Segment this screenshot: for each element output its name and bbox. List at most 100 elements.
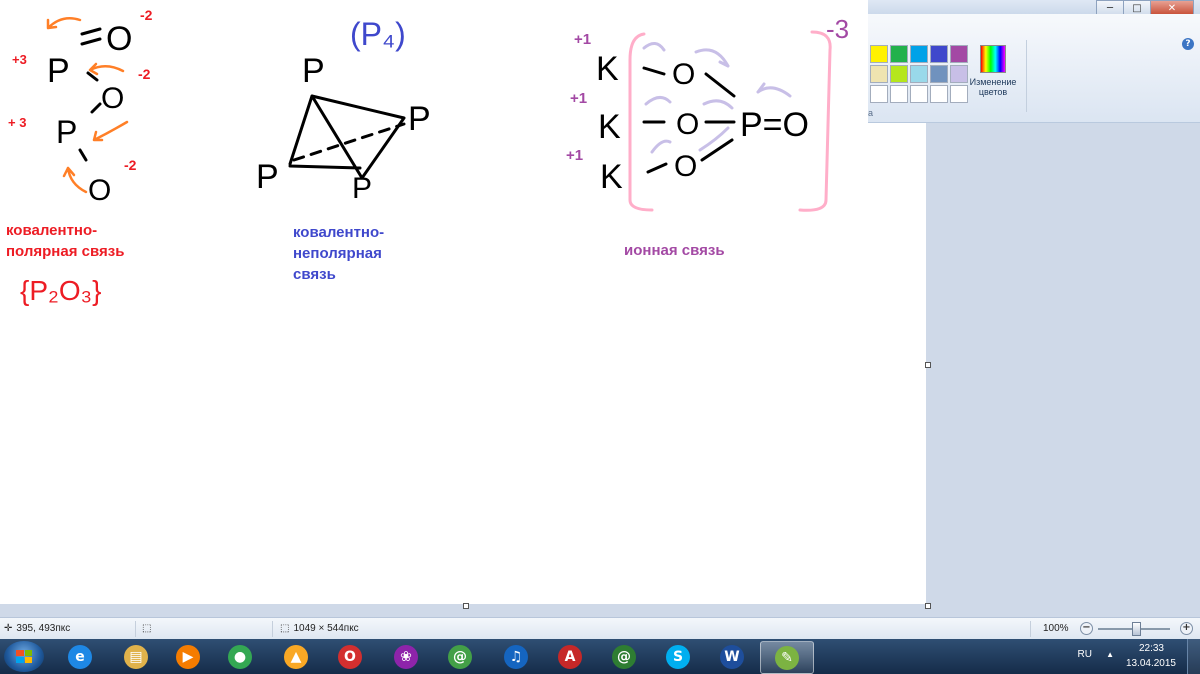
charge-k1: +1	[574, 31, 591, 48]
status-separator	[135, 621, 136, 637]
picasa-icon: ❀	[394, 644, 418, 669]
electron-arrow-k1	[642, 42, 666, 52]
cursor-position: ✛ 395, 493пкс	[4, 623, 70, 634]
electron-arrow-o2	[702, 99, 734, 110]
atom-k2: K	[598, 108, 621, 146]
atom-o-bottom: O	[674, 150, 697, 183]
opera-icon: O	[338, 644, 362, 669]
image-size: ⬚ 1049 × 544пкс	[280, 623, 359, 634]
image-size-value: 1049 × 544пкс	[293, 623, 359, 634]
colors-group-label: а	[868, 108, 874, 118]
show-desktop-button[interactable]	[1187, 639, 1200, 674]
tetrahedron-edges	[288, 94, 406, 180]
k3po4-structure: +1 +1 +1 K K K O O O P=O -3	[566, 14, 849, 212]
mail-agent-2-icon: @	[612, 644, 636, 669]
internet-explorer-icon: e	[68, 644, 92, 669]
status-separator	[1030, 621, 1031, 637]
taskbar-button-paint[interactable]: ✎	[760, 641, 814, 674]
electron-arrow-1	[46, 17, 82, 30]
taskbar-button-file-explorer[interactable]: ▤	[110, 641, 162, 672]
color-swatch[interactable]	[910, 65, 928, 83]
mail-agent-icon: @	[448, 644, 472, 669]
color-swatch[interactable]	[910, 85, 928, 103]
windows-logo-icon	[16, 650, 32, 663]
bracket-charge: -3	[826, 14, 849, 44]
atom-o-middle: O	[676, 108, 699, 141]
color-swatch[interactable]	[890, 85, 908, 103]
ionic-bond-label: ионная связь	[624, 242, 725, 259]
color-swatch[interactable]	[870, 45, 888, 63]
taskbar-button-picasa[interactable]: ❀	[380, 641, 432, 672]
color-swatch[interactable]	[910, 45, 928, 63]
electron-arrow-po	[756, 82, 792, 98]
covalent-nonpolar-label-line3: связь	[293, 266, 336, 283]
edit-colors-button[interactable]: Изменение цветов	[965, 45, 1021, 97]
selection-size: ⬚	[142, 623, 151, 634]
center-p-o: P=O	[740, 106, 809, 144]
taskbar-button-word[interactable]: W	[706, 641, 758, 672]
cursor-position-icon: ✛	[4, 623, 13, 634]
taskbar-button-acrobat[interactable]: A	[544, 641, 596, 672]
double-bond-p-o	[80, 27, 102, 46]
formula-p4: (P₄)	[350, 16, 406, 52]
covalent-polar-label-line1: ковалентно-	[6, 222, 98, 239]
help-icon[interactable]: ?	[1182, 38, 1194, 50]
zoom-level: 100%	[1043, 623, 1069, 634]
atom-p2: P	[56, 114, 77, 150]
resize-handle-corner[interactable]	[925, 603, 931, 609]
bond-o2-p2	[90, 102, 102, 114]
selection-size-icon: ⬚	[142, 623, 152, 634]
clock-date[interactable]: 13.04.2015	[1126, 658, 1176, 669]
bond-k3-o	[646, 162, 668, 174]
taskbar-button-mail-agent-2[interactable]: @	[598, 641, 650, 672]
skype-icon: S	[666, 644, 690, 669]
clock-time[interactable]: 22:33	[1139, 643, 1164, 654]
zoom-in-button[interactable]: +	[1180, 622, 1193, 635]
atom-p-left: P	[256, 158, 279, 196]
image-size-icon: ⬚	[280, 623, 290, 634]
taskbar-button-internet-explorer[interactable]: e	[54, 641, 106, 672]
taskbar-button-skype[interactable]: S	[652, 641, 704, 672]
start-button[interactable]	[4, 641, 44, 672]
atom-o3: O	[88, 174, 111, 207]
aimp-icon: ▲	[284, 644, 308, 669]
color-swatch[interactable]	[930, 45, 948, 63]
atom-p-top: P	[302, 52, 325, 90]
electron-arrow-3	[92, 120, 129, 142]
drawing-canvas[interactable]: +3 + 3 -2 -2 -2 P P O O O {P₂O₃} (P₄) P …	[0, 0, 926, 604]
taskbar-button-chrome[interactable]: ●	[214, 641, 266, 672]
zoom-out-button[interactable]: −	[1080, 622, 1093, 635]
media-player-icon: ▶	[176, 644, 200, 669]
formula-p2o3: {P₂O₃}	[20, 275, 101, 306]
charge-o1: -2	[140, 7, 153, 23]
color-swatch[interactable]	[930, 85, 948, 103]
electron-arrow-k3	[650, 139, 672, 154]
bond-p2-o3	[78, 148, 88, 162]
color-palette	[870, 45, 969, 104]
color-swatch[interactable]	[930, 65, 948, 83]
acrobat-icon: A	[558, 644, 582, 669]
color-swatch[interactable]	[890, 65, 908, 83]
zoom-slider-thumb[interactable]	[1132, 622, 1141, 636]
tray-expand-icon[interactable]: ▲	[1106, 650, 1114, 659]
language-indicator[interactable]: RU	[1078, 649, 1092, 660]
color-swatch[interactable]	[890, 45, 908, 63]
covalent-polar-label-line2: полярная связь	[6, 243, 125, 260]
taskbar-button-opera[interactable]: O	[324, 641, 376, 672]
color-swatch[interactable]	[870, 65, 888, 83]
edit-colors-icon	[980, 45, 1006, 73]
edit-colors-label: Изменение цветов	[969, 77, 1017, 97]
file-explorer-icon: ▤	[124, 644, 148, 669]
electron-arrow-k2	[644, 96, 672, 106]
taskbar-button-aimp[interactable]: ▲	[270, 641, 322, 672]
status-separator	[272, 621, 273, 637]
charge-k3: +1	[566, 147, 583, 164]
taskbar-button-media-center[interactable]: ♫	[490, 641, 542, 672]
color-swatch[interactable]	[870, 85, 888, 103]
chrome-icon: ●	[228, 644, 252, 669]
resize-handle-bottom[interactable]	[463, 603, 469, 609]
taskbar-button-media-player[interactable]: ▶	[162, 641, 214, 672]
atom-k1: K	[596, 50, 619, 88]
resize-handle-right[interactable]	[925, 362, 931, 368]
taskbar-button-mail-agent[interactable]: @	[434, 641, 486, 672]
